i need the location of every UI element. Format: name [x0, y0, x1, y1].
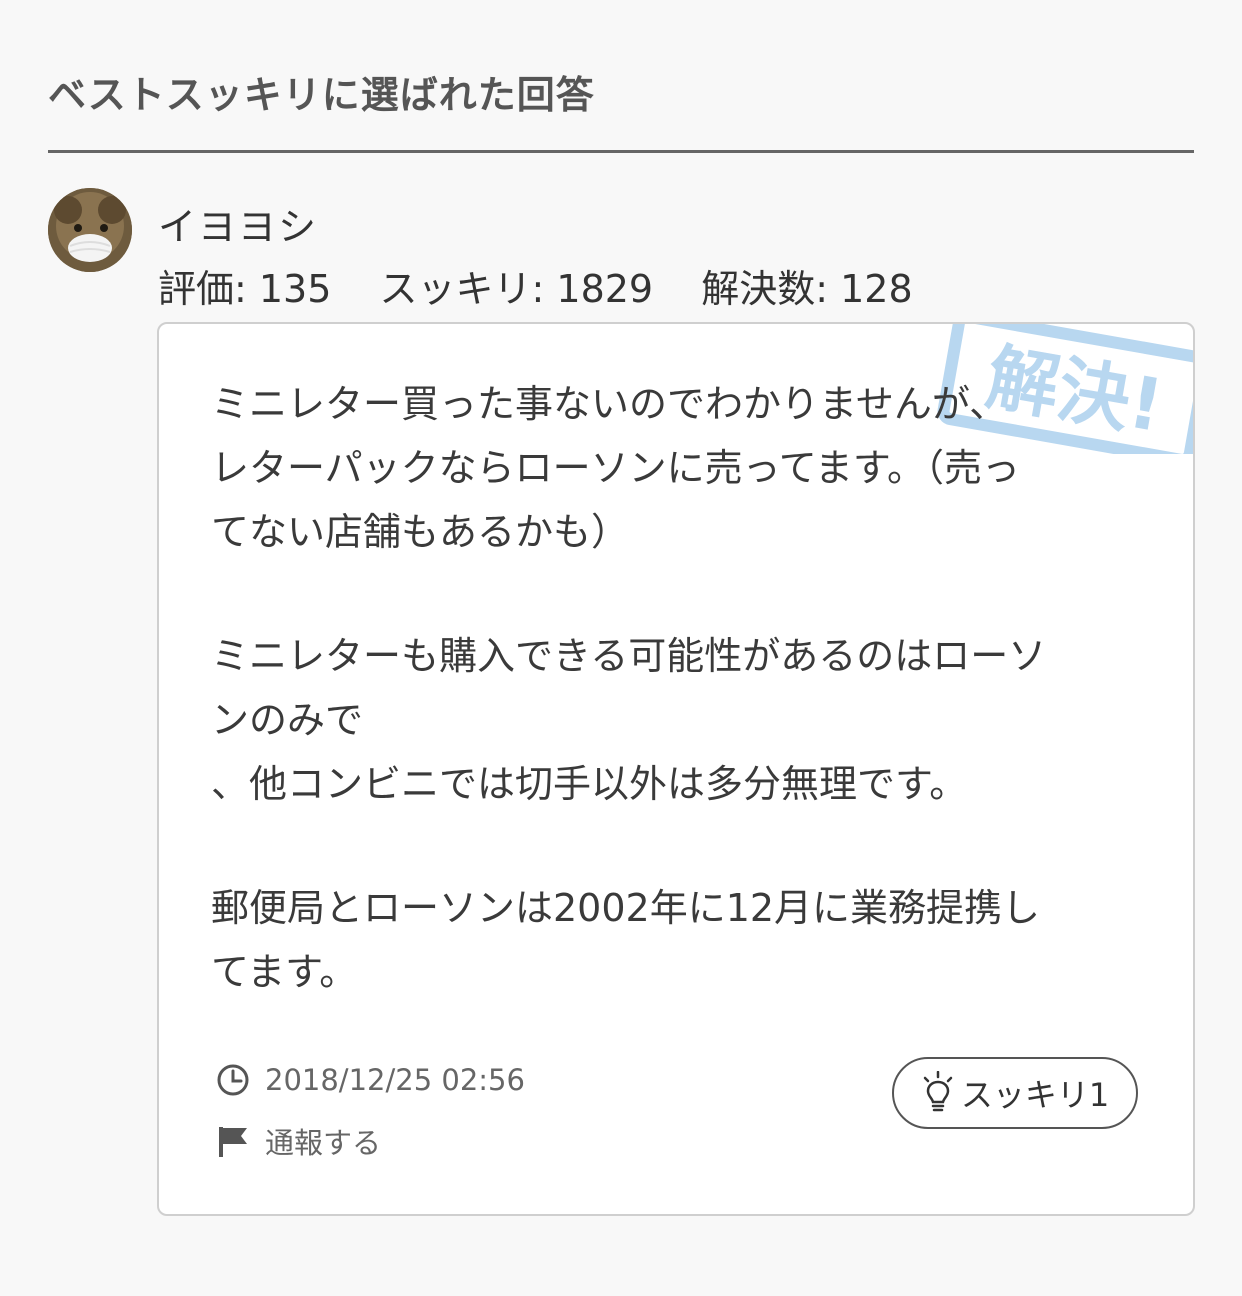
answer-paragraph: ミニレターも購入できる可能性があるのはローソ ンのみで 、他コンビニでは切手以外…: [211, 624, 1151, 816]
lightbulb-icon: [923, 1071, 953, 1112]
user-name[interactable]: イヨヨシ: [158, 196, 318, 251]
section-divider: [48, 150, 1194, 153]
answer-body: ミニレター買った事ないのでわかりませんが、 レターパックならローソンに売ってます…: [211, 372, 1151, 1004]
answer-line: てない店舗もあるかも）: [211, 510, 630, 554]
answer-paragraph: ミニレター買った事ないのでわかりませんが、 レターパックならローソンに売ってます…: [211, 372, 1151, 564]
section-title: ベストスッキリに選ばれた回答: [48, 73, 595, 117]
sukkiri-button[interactable]: スッキリ1: [892, 1057, 1138, 1129]
avatar[interactable]: [48, 188, 132, 272]
answer-timestamp: 2018/12/25 02:56: [215, 1062, 525, 1098]
clock-icon: [217, 1064, 249, 1096]
answer-line: ンのみで: [211, 698, 364, 742]
answer-line: ミニレターも購入できる可能性があるのはローソ: [211, 634, 1047, 678]
user-sukkiri-count: スッキリ: 1829: [379, 267, 654, 311]
report-label[interactable]: 通報する: [265, 1120, 381, 1162]
answer-line: ミニレター買った事ないのでわかりませんが、: [211, 382, 1008, 426]
user-solved-count: 解決数: 128: [701, 267, 913, 311]
user-stats: 評価: 135 スッキリ: 1829 解決数: 128: [158, 258, 913, 313]
avatar-image: [48, 188, 132, 272]
answer-paragraph: 郵便局とローソンは2002年に12月に業務提携し てます。: [211, 876, 1151, 1004]
timestamp-text: 2018/12/25 02:56: [265, 1063, 525, 1097]
flag-icon: [219, 1127, 247, 1157]
report-link[interactable]: 通報する: [215, 1120, 381, 1162]
user-rating: 評価: 135: [158, 267, 332, 311]
answer-line: 、他コンビニでは切手以外は多分無理です。: [211, 762, 968, 806]
answer-line: レターパックならローソンに売ってます。（売っ: [211, 446, 1021, 490]
sukkiri-button-label[interactable]: スッキリ1: [961, 1070, 1109, 1116]
answer-card: 解決! ミニレター買った事ないのでわかりませんが、 レターパックならローソンに売…: [157, 322, 1195, 1216]
answer-line: てます。: [211, 950, 358, 994]
answer-line: 郵便局とローソンは2002年に12月に業務提携し: [211, 886, 1041, 930]
